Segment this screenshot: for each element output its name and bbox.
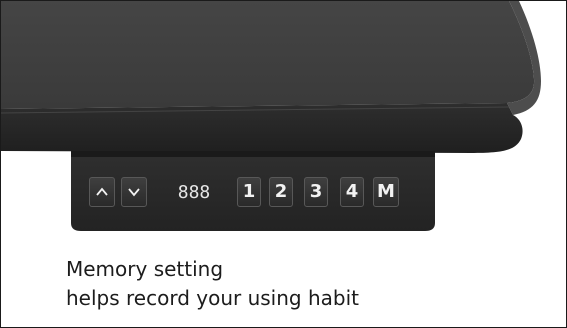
height-display: 888 bbox=[177, 181, 211, 203]
preset-4-button[interactable]: 4 bbox=[340, 177, 364, 207]
chevron-down-icon bbox=[128, 188, 140, 197]
chevron-up-icon bbox=[96, 187, 108, 196]
caption-line-1: Memory setting bbox=[66, 257, 224, 281]
control-panel: 888 1 2 3 4 M bbox=[71, 151, 435, 231]
up-button[interactable] bbox=[89, 177, 115, 207]
down-button[interactable] bbox=[121, 177, 147, 207]
caption: Memory setting helps record your using h… bbox=[66, 255, 359, 313]
preset-3-button[interactable]: 3 bbox=[304, 177, 328, 207]
memory-button[interactable]: M bbox=[373, 177, 399, 207]
desktop-surface bbox=[1, 1, 535, 109]
desktop-front-edge bbox=[1, 103, 523, 153]
product-image-frame: 888 1 2 3 4 M Memory setting helps recor… bbox=[0, 0, 567, 328]
caption-line-2: helps record your using habit bbox=[66, 286, 359, 310]
preset-1-button[interactable]: 1 bbox=[237, 177, 261, 207]
preset-2-button[interactable]: 2 bbox=[269, 177, 293, 207]
